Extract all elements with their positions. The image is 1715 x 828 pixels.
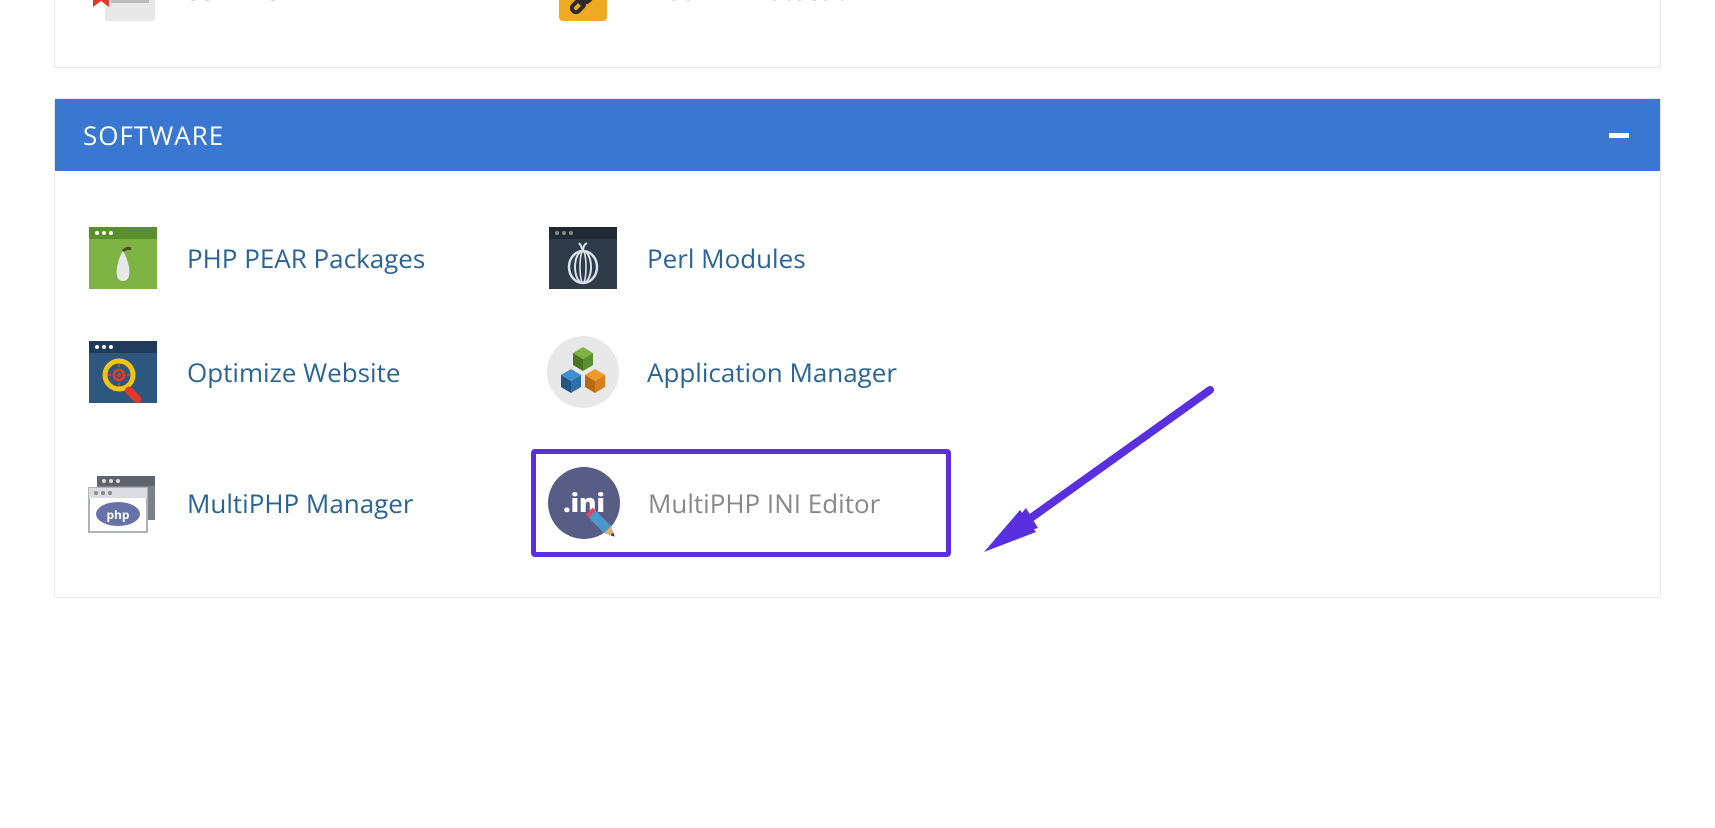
- perl-onion-icon: [543, 221, 623, 295]
- annotation-highlight-box: .ini MultiPHP INI Editor: [531, 449, 951, 557]
- application-manager-link[interactable]: Application Manager: [647, 354, 897, 390]
- hotlink-padlock-icon: [543, 0, 623, 27]
- collapse-icon[interactable]: [1606, 122, 1632, 148]
- pear-icon: [83, 221, 163, 295]
- hotlink-protection-link[interactable]: Hotlink Protection: [647, 0, 866, 8]
- svg-text:php: php: [106, 506, 129, 523]
- application-manager-cubes-icon: [543, 335, 623, 409]
- multiphp-ini-editor-item[interactable]: .ini MultiPHP INI Editor: [543, 449, 1003, 557]
- software-panel: SOFTWARE: [54, 98, 1661, 598]
- php-pear-packages-item[interactable]: PHP PEAR Packages: [83, 221, 543, 295]
- perl-modules-link[interactable]: Perl Modules: [647, 240, 806, 276]
- application-manager-item[interactable]: Application Manager: [543, 335, 1003, 409]
- perl-modules-item[interactable]: Perl Modules: [543, 221, 1003, 295]
- software-panel-header[interactable]: SOFTWARE: [55, 99, 1660, 171]
- security-panel: SSL/TLS Hotli: [54, 0, 1661, 68]
- optimize-website-link[interactable]: Optimize Website: [187, 354, 400, 390]
- optimize-website-item[interactable]: Optimize Website: [83, 335, 543, 409]
- ssl-certificate-icon: [83, 0, 163, 27]
- ssl-tls-link[interactable]: SSL/TLS: [187, 0, 281, 8]
- hotlink-protection-item[interactable]: Hotlink Protection: [543, 0, 1003, 27]
- php-window-icon: php: [83, 466, 163, 540]
- multiphp-manager-item[interactable]: php MultiPHP Manager: [83, 466, 543, 540]
- software-panel-title: SOFTWARE: [83, 117, 224, 153]
- multiphp-manager-link[interactable]: MultiPHP Manager: [187, 485, 414, 521]
- ssl-tls-item[interactable]: SSL/TLS: [83, 0, 543, 27]
- multiphp-ini-editor-link[interactable]: MultiPHP INI Editor: [648, 485, 880, 521]
- php-pear-packages-link[interactable]: PHP PEAR Packages: [187, 240, 425, 276]
- optimize-magnifier-icon: [83, 335, 163, 409]
- ini-editor-icon: .ini: [544, 466, 624, 540]
